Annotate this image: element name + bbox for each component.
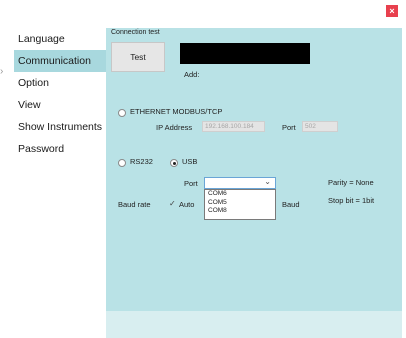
port-option[interactable]: COM5 [205,199,275,208]
auto-baud-label: Auto [179,200,195,209]
connection-status-box [180,43,310,64]
baud-unit-label: Baud [282,200,300,209]
communication-panel: Connection test Test Add: ETHERNET MODBU… [106,28,402,338]
test-button[interactable]: Test [111,42,165,72]
add-label: Add: [184,70,200,79]
sidebar-item-language[interactable]: Language [14,28,106,50]
usb-label: USB [182,157,198,166]
ethernet-label: ETHERNET MODBUS/TCP [130,107,223,116]
serial-port-dropdown: COM6 COM5 COM8 [204,189,276,220]
sidebar-item-password[interactable]: Password [14,138,106,160]
ip-address-label: IP Address [156,123,193,132]
connection-test-label: Connection test [111,29,160,36]
sidebar-item-communication[interactable]: Communication [14,50,106,72]
serial-port-label: Port [184,179,198,188]
settings-sidebar: Language Communication Option View Show … [14,28,106,160]
ethernet-port-input[interactable]: 502 [302,121,338,132]
stop-bit-text: Stop bit = 1bit [328,196,375,205]
port-option[interactable]: COM8 [205,207,275,216]
rs232-radio[interactable] [118,159,126,167]
sidebar-item-view[interactable]: View [14,94,106,116]
parity-text: Parity = None [328,178,374,187]
panel-footer [106,311,402,338]
baud-rate-label: Baud rate [118,200,151,209]
close-button[interactable]: × [386,5,398,17]
auto-baud-checkbox[interactable]: ✓ [169,199,176,208]
port-option[interactable]: COM6 [205,190,275,199]
ethernet-radio[interactable] [118,109,126,117]
edge-marker: › [0,66,4,77]
serial-port-select[interactable]: ⌄ [204,177,276,189]
usb-radio[interactable] [170,159,178,167]
sidebar-item-show-instruments[interactable]: Show Instruments [14,116,106,138]
ip-address-input[interactable]: 192.168.100.184 [202,121,265,132]
port-label: Port [282,123,296,132]
rs232-label: RS232 [130,157,153,166]
sidebar-item-option[interactable]: Option [14,72,106,94]
chevron-down-icon[interactable]: ⌄ [264,177,271,186]
